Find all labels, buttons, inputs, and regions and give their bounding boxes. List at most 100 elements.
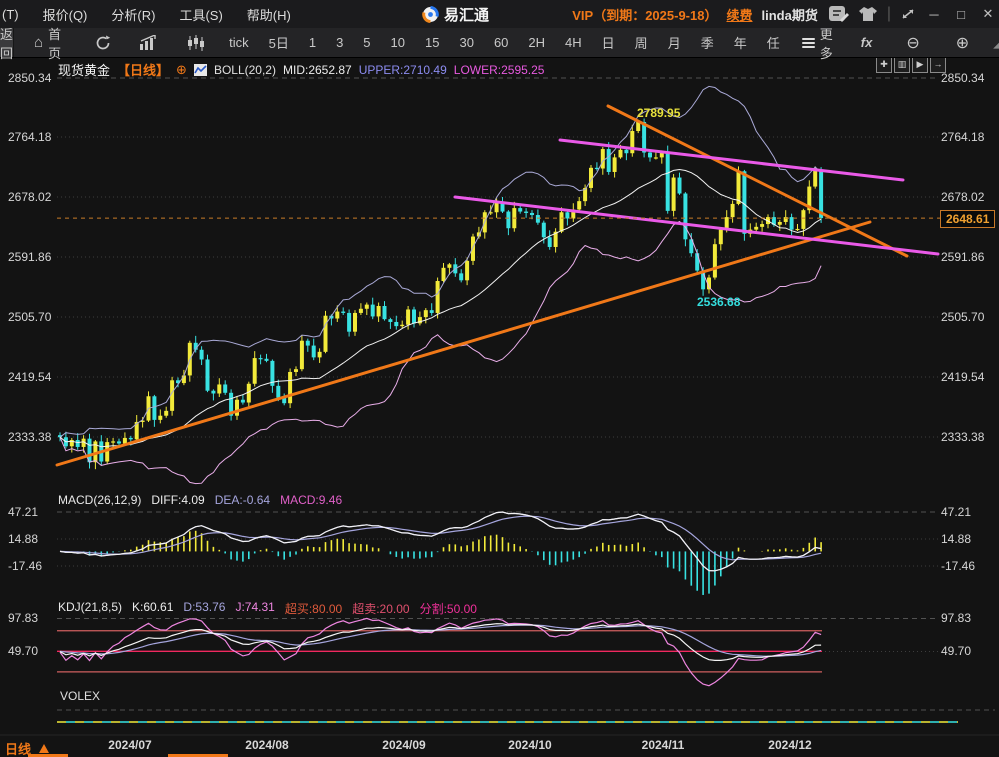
axis-tick-label: 2505.70 <box>8 310 51 324</box>
period-button-5日[interactable]: 5日 <box>259 33 299 52</box>
macd-panel <box>60 512 821 595</box>
bollinger-bands <box>60 86 821 483</box>
period-button-年[interactable]: 年 <box>724 33 757 52</box>
axis-tick-label: -17.46 <box>8 559 42 573</box>
trendline-drawings <box>57 106 940 465</box>
account-name: linda期货 <box>762 5 818 24</box>
axis-tick-label: 49.70 <box>941 644 971 658</box>
line-chart-button[interactable] <box>125 35 173 51</box>
zoom-out-button[interactable]: ⊖ <box>888 33 937 53</box>
axis-tick-label: 2333.38 <box>941 430 984 444</box>
candlestick-series <box>58 119 823 470</box>
lower-channel-line <box>455 197 938 254</box>
refresh-icon <box>95 35 111 51</box>
up-triangle-icon <box>39 744 49 753</box>
axis-tick-label: 2678.02 <box>941 190 984 204</box>
kdj-panel <box>57 618 822 685</box>
period-button-3[interactable]: 3 <box>326 35 353 50</box>
axis-tick-label: 2678.02 <box>8 190 51 204</box>
menu-bar: (T) 报价(Q) 分析(R) 工具(S) 帮助(H) <box>2 5 315 24</box>
upper-channel-line <box>560 140 903 180</box>
candlestick-icon <box>187 35 205 51</box>
axis-tick-label: -17.46 <box>941 559 975 573</box>
axis-tick-label: 2505.70 <box>941 310 984 324</box>
axis-tick-label: 97.83 <box>8 611 38 625</box>
right-scale-icon[interactable]: ▶ <box>912 57 928 73</box>
close-button[interactable]: ✕ <box>979 6 997 22</box>
titlebar: (T) 报价(Q) 分析(R) 工具(S) 帮助(H) 易汇通 VIP（到期：2025-… <box>0 0 999 28</box>
period-button-日[interactable]: 日 <box>592 33 625 52</box>
back-button[interactable]: 返回 <box>0 28 14 57</box>
time-tick-label: 2024/11 <box>635 738 691 752</box>
time-tick-label: 2024/09 <box>376 738 432 752</box>
left-scale-icon[interactable]: ▥ <box>894 57 910 73</box>
period-button-60[interactable]: 60 <box>484 35 518 50</box>
menu-item-1[interactable]: 报价(Q) <box>43 5 88 24</box>
home-icon: ⌂ <box>34 34 43 51</box>
period-button-1[interactable]: 1 <box>299 35 326 50</box>
axis-tick-label: 2591.86 <box>8 250 51 264</box>
period-button-4H[interactable]: 4H <box>555 35 592 50</box>
menu-icon <box>802 36 815 50</box>
app-window: (T) 报价(Q) 分析(R) 工具(S) 帮助(H) 易汇通 VIP（到期：2025-… <box>0 0 999 757</box>
axis-tick-label: 47.21 <box>941 505 971 519</box>
vip-status: VIP（到期：2025-9-18） <box>572 5 717 24</box>
axis-tick-label: 49.70 <box>8 644 38 658</box>
axis-tick-label: 2419.54 <box>8 370 51 384</box>
refresh-button[interactable] <box>81 35 125 51</box>
period-button-10[interactable]: 10 <box>381 35 415 50</box>
high-annotation: 2789.95 <box>637 106 680 120</box>
axis-tick-label: 2591.86 <box>941 250 984 264</box>
axis-tick-label: 14.88 <box>8 532 38 546</box>
menu-item-0[interactable]: (T) <box>2 7 19 22</box>
menu-item-3[interactable]: 工具(S) <box>179 5 222 24</box>
axis-tick-label: 2764.18 <box>941 130 984 144</box>
period-button-月[interactable]: 月 <box>658 33 691 52</box>
low-annotation: 2536.68 <box>697 295 740 309</box>
period-button-2H[interactable]: 2H <box>518 35 555 50</box>
period-button-5[interactable]: 5 <box>353 35 380 50</box>
menu-item-2[interactable]: 分析(R) <box>111 5 155 24</box>
period-button-周[interactable]: 周 <box>625 33 658 52</box>
theme-skin-icon[interactable] <box>858 6 878 22</box>
period-button-任[interactable]: 任 <box>757 33 790 52</box>
period-button-tick[interactable]: tick <box>219 35 259 50</box>
axis-tick-label: 2764.18 <box>8 130 51 144</box>
axis-tick-label: 2850.34 <box>8 71 51 85</box>
renew-link[interactable]: 续费 <box>726 5 752 24</box>
time-tick-label: 2024/10 <box>502 738 558 752</box>
app-logo: 易汇通 <box>422 0 489 28</box>
period-button-30[interactable]: 30 <box>449 35 483 50</box>
home-button[interactable]: ⌂ 首页 <box>14 24 81 62</box>
indicator-fx-button[interactable]: fx <box>845 35 889 50</box>
chart-corner-tools: ✚ ▥ ▶ → <box>876 57 946 73</box>
axis-tick-label: 97.83 <box>941 611 971 625</box>
notes-icon[interactable] <box>827 5 849 23</box>
period-button-15[interactable]: 15 <box>415 35 449 50</box>
time-tick-label: 2024/12 <box>762 738 818 752</box>
axis-tick-label: 47.21 <box>8 505 38 519</box>
chart-toolbar: 返回 ⌂ 首页 tick5日1351015 <box>0 28 999 58</box>
draw-tool-icon[interactable]: ◢ <box>993 35 999 51</box>
maximize-button[interactable]: □ <box>952 7 970 22</box>
add-indicator-icon[interactable]: ⊕ <box>176 62 187 78</box>
restore-resize-icon[interactable] <box>900 7 916 21</box>
axis-tick-label: 2419.54 <box>941 370 984 384</box>
divider: | <box>887 5 891 23</box>
ascending-trendline <box>57 222 870 465</box>
bar-chart-icon <box>139 35 159 51</box>
axis-tick-label: 14.88 <box>941 532 971 546</box>
logo-icon <box>422 6 439 23</box>
minimize-button[interactable]: ─ <box>925 7 943 22</box>
chart-canvas[interactable] <box>0 0 999 757</box>
axis-tick-label: 2333.38 <box>8 430 51 444</box>
period-button-季[interactable]: 季 <box>691 33 724 52</box>
zoom-in-button[interactable]: ⊕ <box>938 33 987 53</box>
app-name: 易汇通 <box>444 4 489 25</box>
period-badge[interactable]: 日线 <box>5 739 49 757</box>
menu-item-4[interactable]: 帮助(H) <box>247 5 291 24</box>
more-button[interactable]: 更多 <box>790 24 845 62</box>
time-tick-label: 2024/08 <box>239 738 295 752</box>
move-tool-icon[interactable]: ✚ <box>876 57 892 73</box>
candlestick-button[interactable] <box>173 35 219 51</box>
